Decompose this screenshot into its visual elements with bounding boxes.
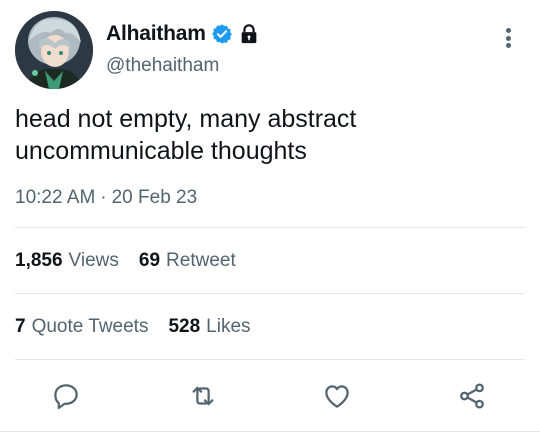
- retweet-icon: [192, 386, 214, 406]
- views-label: Views: [68, 250, 119, 271]
- meta-separator: ·: [100, 187, 107, 208]
- divider: [0, 431, 540, 432]
- retweets-count: 69: [138, 250, 161, 271]
- share-icon: [460, 383, 484, 409]
- verified-badge-icon: [211, 23, 233, 45]
- lock-icon: [238, 23, 260, 45]
- tweet-time: 10:22 AM: [15, 187, 96, 208]
- tweet-actions-bar: [0, 378, 540, 414]
- share-button[interactable]: [454, 378, 490, 414]
- quote-tweets-stat[interactable]: 7 Quote Tweets: [15, 316, 148, 338]
- divider: [15, 293, 525, 294]
- likes-stat[interactable]: 528 Likes: [168, 316, 250, 338]
- more-vertical-icon[interactable]: [498, 26, 518, 50]
- likes-count: 528: [168, 316, 201, 337]
- views-count: 1,856: [15, 250, 63, 271]
- tweet-timestamp[interactable]: 10:22 AM · 20 Feb 23: [15, 187, 197, 209]
- quote-tweets-count: 7: [15, 316, 26, 337]
- reply-button[interactable]: [48, 378, 84, 414]
- stats-row-quotes-likes: 7 Quote Tweets 528 Likes: [15, 316, 251, 338]
- stats-row-views-retweets: 1,856 Views 69 Retweet: [15, 250, 236, 272]
- retweets-stat[interactable]: 69 Retweet: [139, 250, 236, 272]
- divider: [15, 227, 525, 228]
- divider: [15, 359, 525, 360]
- author-name-row: Alhaitham: [106, 22, 260, 46]
- quote-tweets-label: Quote Tweets: [31, 316, 149, 337]
- user-handle[interactable]: @thehaitham: [106, 55, 219, 77]
- reply-icon: [54, 384, 78, 409]
- views-stat: 1,856 Views: [15, 250, 119, 272]
- likes-label: Likes: [206, 316, 251, 337]
- like-button[interactable]: [319, 378, 355, 414]
- display-name[interactable]: Alhaitham: [106, 22, 206, 46]
- tweet-detail: Alhaitham @thehaitham head not empty, ma…: [0, 0, 540, 441]
- avatar-image: [15, 11, 93, 89]
- tweet-date: 20 Feb 23: [111, 187, 198, 208]
- tweet-text: head not empty, many abstract uncommunic…: [15, 105, 357, 165]
- avatar[interactable]: [15, 11, 93, 89]
- retweets-label: Retweet: [166, 250, 236, 271]
- retweet-button[interactable]: [185, 378, 221, 414]
- heart-icon: [325, 385, 349, 408]
